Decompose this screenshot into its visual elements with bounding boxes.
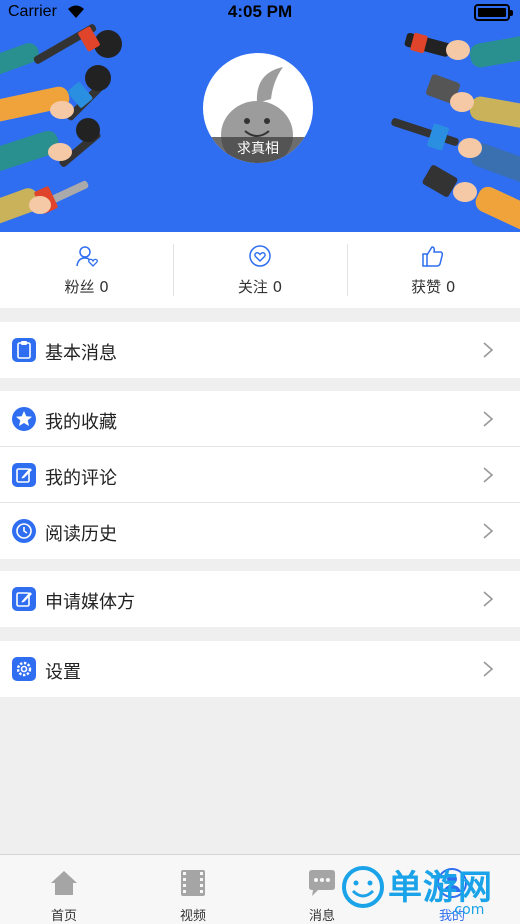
tab-video[interactable]: 视频: [153, 855, 233, 924]
status-bar: Carrier 4:05 PM: [0, 0, 520, 26]
watermark: 单游网 .com: [340, 858, 520, 924]
menu-group-media: 申请媒体方: [0, 571, 520, 627]
stat-followers-label: 粉丝 0: [64, 278, 109, 296]
tab-home[interactable]: 首页: [24, 855, 104, 924]
menu-group-settings: 设置: [0, 641, 520, 697]
menu-item-label: 阅读历史: [45, 524, 117, 545]
profile-name: 求真相: [203, 137, 313, 163]
clock-icon: [12, 519, 36, 543]
star-icon: [12, 407, 36, 431]
menu-item-label: 我的收藏: [45, 412, 117, 433]
tab-video-label: 视频: [179, 909, 206, 924]
menu-item-settings[interactable]: 设置: [0, 641, 520, 697]
chevron-right-icon: [483, 591, 494, 607]
smiley-logo-icon: [342, 866, 384, 908]
clipboard-icon: [12, 338, 36, 362]
menu-item-label: 设置: [45, 662, 81, 683]
stat-following-label: 关注 0: [237, 278, 283, 296]
chevron-right-icon: [483, 661, 494, 677]
stat-following[interactable]: 关注 0: [173, 232, 346, 308]
chevron-right-icon: [483, 467, 494, 483]
clock: 4:05 PM: [227, 2, 293, 21]
profile-stats: 粉丝 0 关注 0 获赞 0: [0, 232, 520, 308]
tab-home-label: 首页: [50, 909, 77, 924]
edit-icon: [12, 587, 36, 611]
stat-likes[interactable]: 获赞 0: [346, 232, 520, 308]
menu-item-media-apply[interactable]: 申请媒体方: [0, 571, 520, 627]
battery-icon: [474, 4, 513, 21]
menu-group-basic: 基本消息: [0, 322, 520, 378]
heart-circle-icon: [249, 245, 271, 267]
film-icon: [181, 870, 205, 896]
chevron-right-icon: [483, 342, 494, 358]
user-heart-icon: [75, 246, 98, 267]
thumbs-up-icon: [422, 246, 444, 267]
stat-followers[interactable]: 粉丝 0: [0, 232, 173, 308]
gear-icon: [12, 657, 36, 681]
chat-bubble-icon: [309, 870, 335, 896]
watermark-sub: .com: [450, 902, 485, 918]
menu-item-label: 我的评论: [45, 468, 117, 489]
menu-item-favorites[interactable]: 我的收藏: [0, 391, 520, 447]
menu-item-basic-info[interactable]: 基本消息: [0, 322, 520, 378]
menu-group-activity: 我的收藏 我的评论 阅读历史: [0, 391, 520, 559]
profile-header: 求真相: [0, 0, 520, 232]
avatar[interactable]: 求真相: [203, 53, 313, 163]
menu-item-comments[interactable]: 我的评论: [0, 447, 520, 503]
home-icon: [51, 871, 77, 895]
menu-item-label: 申请媒体方: [45, 592, 135, 613]
menu-item-label: 基本消息: [45, 343, 117, 364]
edit-icon: [12, 463, 36, 487]
chevron-right-icon: [483, 523, 494, 539]
menu-item-history[interactable]: 阅读历史: [0, 503, 520, 559]
chevron-right-icon: [483, 411, 494, 427]
stat-likes-label: 获赞 0: [411, 278, 456, 296]
